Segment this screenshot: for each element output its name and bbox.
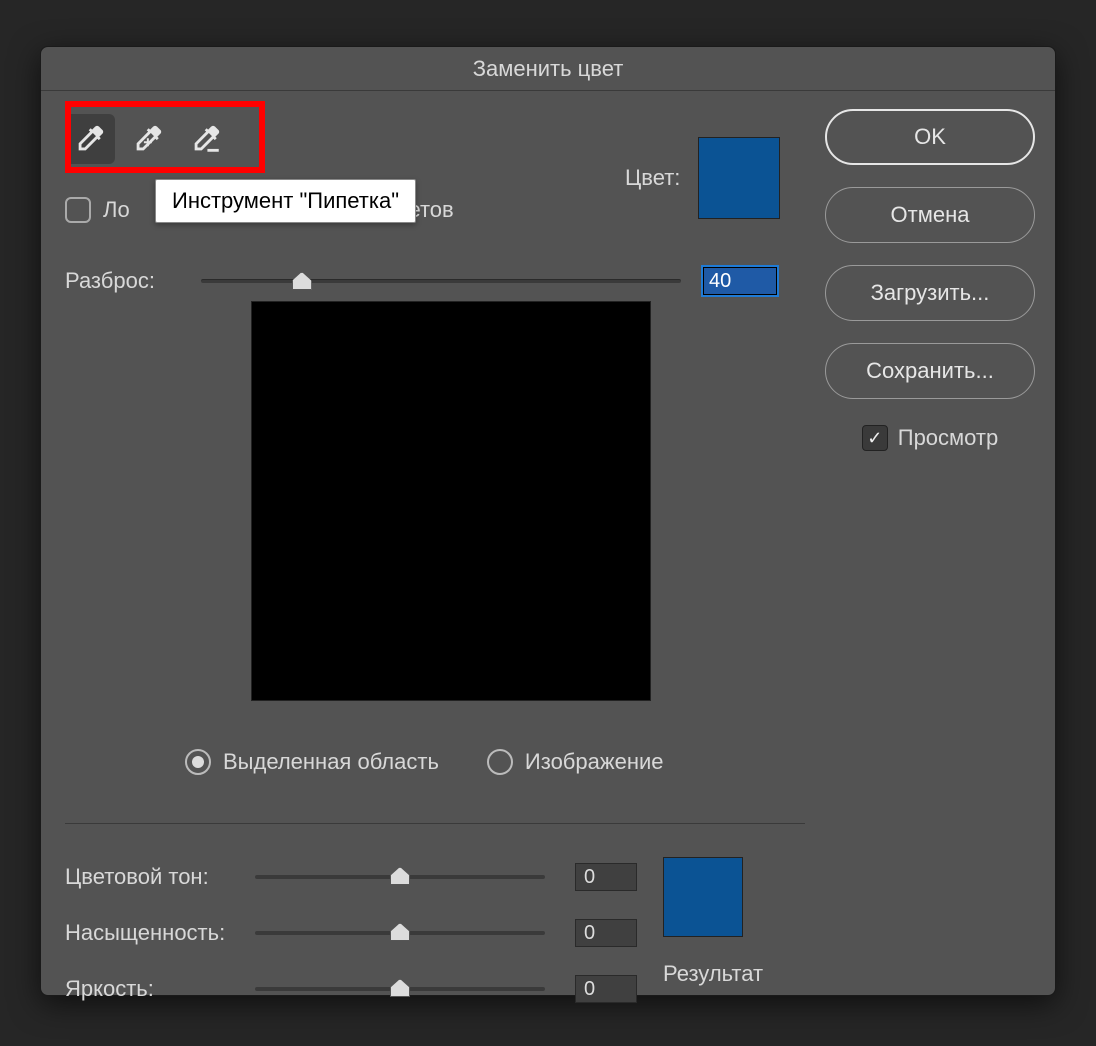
- result-label: Результат: [663, 961, 763, 987]
- source-color-label: Цвет:: [625, 165, 680, 191]
- fuzziness-slider-thumb[interactable]: [292, 272, 312, 290]
- preview-checkbox[interactable]: ✓: [862, 425, 888, 451]
- preview-mode-image-radio[interactable]: [487, 749, 513, 775]
- lightness-slider-thumb[interactable]: [390, 979, 410, 997]
- localized-clusters-checkbox[interactable]: [65, 197, 91, 223]
- eyedropper-add-tool[interactable]: [123, 114, 173, 164]
- saturation-slider[interactable]: [255, 931, 545, 935]
- main-panel: Инструмент "Пипетка" Ло ветов Цвет: Разб…: [65, 109, 805, 995]
- fuzziness-input[interactable]: [701, 265, 779, 297]
- saturation-slider-thumb[interactable]: [390, 923, 410, 941]
- dialog-buttons-column: OK Отмена Загрузить... Сохранить... ✓ Пр…: [825, 109, 1035, 451]
- eyedropper-plus-icon: [131, 122, 165, 156]
- divider: [65, 823, 805, 824]
- fuzziness-slider[interactable]: [201, 279, 681, 283]
- dialog-title: Заменить цвет: [41, 47, 1055, 91]
- hue-slider-thumb[interactable]: [390, 867, 410, 885]
- lightness-label: Яркость:: [65, 976, 255, 1002]
- saturation-input[interactable]: [575, 919, 637, 947]
- source-color-swatch[interactable]: [698, 137, 780, 219]
- hue-label: Цветовой тон:: [65, 864, 255, 890]
- preview-checkbox-label: Просмотр: [898, 425, 998, 451]
- save-button[interactable]: Сохранить...: [825, 343, 1035, 399]
- hue-slider[interactable]: [255, 875, 545, 879]
- selection-preview: [251, 301, 651, 701]
- ok-button[interactable]: OK: [825, 109, 1035, 165]
- eyedropper-icon: [73, 122, 107, 156]
- localized-label-partial: Ло: [103, 197, 130, 223]
- saturation-label: Насыщенность:: [65, 920, 255, 946]
- preview-mode-selection-label: Выделенная область: [223, 749, 439, 775]
- load-button[interactable]: Загрузить...: [825, 265, 1035, 321]
- preview-mode-selection-radio[interactable]: [185, 749, 211, 775]
- eyedropper-minus-icon: [189, 122, 223, 156]
- eyedropper-tooltip: Инструмент "Пипетка": [155, 179, 416, 223]
- replace-color-dialog: Заменить цвет OK Отмена Загрузить... Сох…: [40, 46, 1056, 996]
- eyedropper-tool[interactable]: [65, 114, 115, 164]
- cancel-button[interactable]: Отмена: [825, 187, 1035, 243]
- lightness-slider[interactable]: [255, 987, 545, 991]
- hue-input[interactable]: [575, 863, 637, 891]
- eyedropper-subtract-tool[interactable]: [181, 114, 231, 164]
- lightness-input[interactable]: [575, 975, 637, 1003]
- result-color-swatch[interactable]: [663, 857, 743, 937]
- preview-mode-image-label: Изображение: [525, 749, 664, 775]
- fuzziness-label: Разброс:: [65, 268, 181, 294]
